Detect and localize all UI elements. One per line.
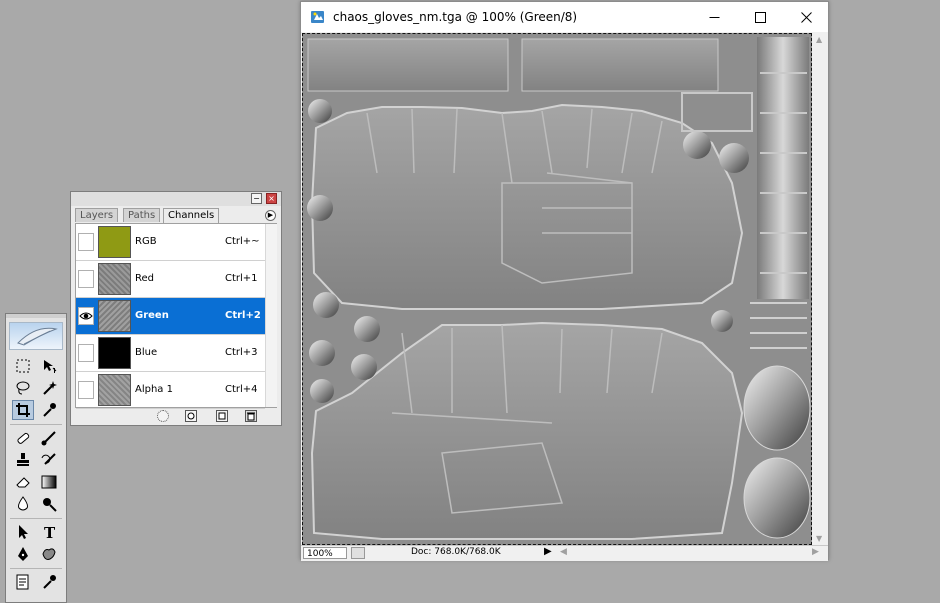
channel-shortcut: Ctrl+1 [225, 273, 258, 284]
toolbox[interactable]: T [5, 313, 67, 603]
toolbox-grip[interactable] [6, 314, 66, 318]
palette-footer [71, 408, 281, 425]
photoshop-feather-logo-icon[interactable] [9, 322, 63, 350]
tab-paths[interactable]: Paths [123, 208, 161, 222]
svg-text:T: T [44, 524, 56, 540]
toolbox-divider [10, 518, 62, 519]
channel-row-red[interactable]: Red Ctrl+1 [76, 261, 265, 298]
image-canvas[interactable] [302, 33, 812, 545]
history-brush-tool-icon[interactable] [38, 450, 60, 470]
gradient-tool-icon[interactable] [38, 472, 60, 492]
visibility-toggle[interactable] [78, 381, 94, 399]
eye-icon [79, 312, 93, 320]
channel-list-scrollbar[interactable] [265, 224, 277, 407]
tab-layers[interactable]: Layers [75, 208, 119, 222]
visibility-toggle[interactable] [78, 270, 94, 288]
scroll-right-icon[interactable]: ▶ [812, 547, 819, 557]
channel-row-green[interactable]: Green Ctrl+2 [76, 298, 265, 335]
close-button[interactable] [783, 2, 829, 32]
channel-shortcut: Ctrl+2 [225, 310, 261, 321]
maximize-button[interactable] [737, 2, 783, 32]
visibility-toggle[interactable] [78, 233, 94, 251]
load-selection-icon[interactable] [157, 410, 169, 422]
pen-tool-icon[interactable] [12, 544, 34, 564]
scroll-up-icon[interactable]: ▲ [816, 35, 822, 44]
custom-shape-tool-icon[interactable] [38, 544, 60, 564]
palette-close-button[interactable]: × [266, 193, 277, 204]
dodge-tool-icon[interactable] [38, 494, 60, 514]
status-menu-arrow-icon[interactable]: ▶ [544, 546, 552, 557]
toolbox-divider [10, 568, 62, 569]
crop-tool-icon[interactable] [12, 400, 34, 420]
tab-channels[interactable]: Channels [163, 208, 220, 223]
document-titlebar[interactable]: chaos_gloves_nm.tga @ 100% (Green/8) [301, 2, 828, 32]
eyedropper-tool-icon[interactable] [38, 400, 60, 420]
palette-menu-arrow-icon[interactable]: ▶ [265, 210, 276, 221]
document-window[interactable]: chaos_gloves_nm.tga @ 100% (Green/8) ▲ ▼… [300, 1, 829, 561]
trash-icon[interactable] [245, 410, 257, 422]
channel-name: Alpha 1 [135, 384, 173, 395]
channel-thumbnail [98, 263, 131, 295]
marquee-tool-icon[interactable] [12, 356, 34, 376]
type-tool-icon[interactable]: T [38, 522, 60, 542]
scroll-left-icon[interactable]: ◀ [560, 547, 567, 557]
toolbox-divider [10, 424, 62, 425]
palette-titlebar[interactable]: − × [71, 192, 281, 206]
minimize-button[interactable] [691, 2, 737, 32]
channel-thumbnail [98, 226, 131, 258]
healing-brush-tool-icon[interactable] [12, 428, 34, 448]
scroll-down-icon[interactable]: ▼ [816, 534, 822, 543]
channel-row-blue[interactable]: Blue Ctrl+3 [76, 335, 265, 372]
channel-shortcut: Ctrl+~ [225, 236, 260, 247]
channel-shortcut: Ctrl+4 [225, 384, 258, 395]
magic-wand-tool-icon[interactable] [38, 378, 60, 398]
channels-palette[interactable]: − × Layers Paths Channels ▶ RGB Ctrl+~ R… [70, 191, 282, 426]
channel-shortcut: Ctrl+3 [225, 347, 258, 358]
channel-name: RGB [135, 236, 157, 247]
photoshop-document-icon [311, 11, 324, 23]
channel-thumbnail [98, 337, 131, 369]
visibility-toggle[interactable] [78, 344, 94, 362]
minimize-icon [709, 16, 719, 18]
brush-tool-icon[interactable] [38, 428, 60, 448]
eraser-tool-icon[interactable] [12, 472, 34, 492]
channel-name: Red [135, 273, 154, 284]
zoom-level-field[interactable]: 100% [303, 547, 347, 559]
notes-tool-icon[interactable] [12, 572, 34, 592]
channel-name: Green [135, 310, 169, 321]
document-title: chaos_gloves_nm.tga @ 100% (Green/8) [333, 10, 578, 24]
normal-map-texture [302, 33, 812, 545]
clone-stamp-tool-icon[interactable] [12, 450, 34, 470]
close-icon [800, 11, 812, 23]
eyedropper-tool-icon[interactable] [38, 572, 60, 592]
channel-thumbnail [98, 374, 131, 406]
status-preview-button[interactable] [351, 547, 365, 559]
blur-tool-icon[interactable] [12, 494, 34, 514]
document-status-bar: 100% Doc: 768.0K/768.0K ▶ ◀ ▶ [301, 545, 828, 561]
channel-thumbnail [98, 300, 131, 332]
channel-row-alpha-1[interactable]: Alpha 1 Ctrl+4 [76, 372, 265, 409]
channel-name: Blue [135, 347, 158, 358]
document-size-info: Doc: 768.0K/768.0K [411, 547, 501, 557]
palette-minimize-button[interactable]: − [251, 193, 262, 204]
new-channel-icon[interactable] [216, 410, 228, 422]
vertical-scrollbar[interactable]: ▲ ▼ [813, 33, 828, 545]
path-selection-tool-icon[interactable] [12, 522, 34, 542]
move-tool-icon[interactable] [38, 356, 60, 376]
save-selection-icon[interactable] [185, 410, 197, 422]
visibility-toggle[interactable] [78, 307, 94, 325]
lasso-tool-icon[interactable] [12, 378, 34, 398]
maximize-icon [754, 11, 766, 23]
channel-list: RGB Ctrl+~ Red Ctrl+1 Green Ctrl+2 Blue … [75, 223, 277, 409]
channel-row-rgb[interactable]: RGB Ctrl+~ [76, 224, 265, 261]
